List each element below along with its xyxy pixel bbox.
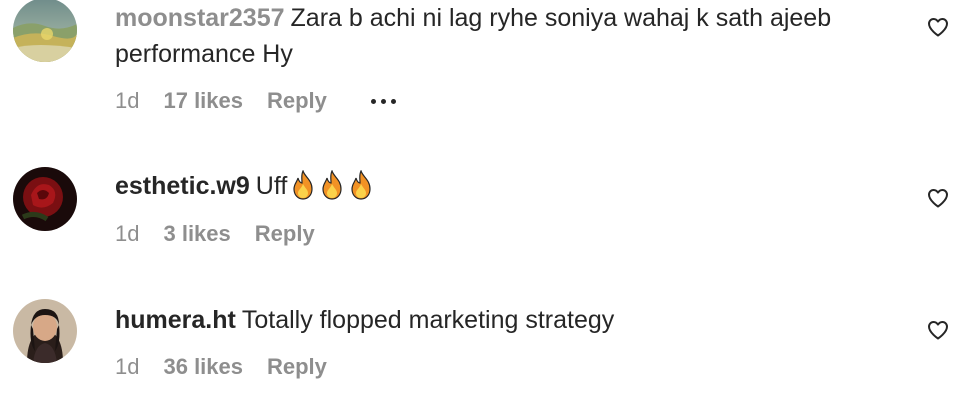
heart-outline-icon[interactable] [926, 318, 950, 342]
comment-meta: 1d 36 likes Reply [115, 352, 371, 382]
reply-button[interactable]: Reply [255, 219, 315, 249]
avatar[interactable] [13, 0, 77, 62]
comment-meta: 1d 17 likes Reply [115, 86, 396, 116]
landscape-avatar-image [13, 0, 77, 62]
comment-time[interactable]: 1d [115, 86, 139, 116]
fire-icon [293, 170, 313, 200]
comment-text: moonstar2357 Zara b achi ni lag ryhe soni… [115, 0, 895, 72]
comment-likes[interactable]: 3 likes [163, 219, 230, 249]
comment-time[interactable]: 1d [115, 219, 139, 249]
comment-text: humera.ht Totally flopped marketing strat… [115, 302, 895, 338]
comment-likes[interactable]: 36 likes [163, 352, 243, 382]
comment-likes[interactable]: 17 likes [163, 86, 243, 116]
comment-time[interactable]: 1d [115, 352, 139, 382]
avatar[interactable] [13, 167, 77, 231]
reply-button[interactable]: Reply [267, 352, 327, 382]
comment-username[interactable]: humera.ht [115, 306, 236, 334]
comment-username[interactable]: esthetic.w9 [115, 172, 250, 200]
reply-button[interactable]: Reply [267, 86, 327, 116]
heart-outline-icon[interactable] [926, 15, 950, 39]
comment-meta: 1d 3 likes Reply [115, 219, 359, 249]
comment-body: Uff [255, 172, 288, 200]
comment-body: Totally flopped marketing strategy [241, 306, 615, 334]
avatar[interactable] [13, 299, 77, 363]
heart-outline-icon[interactable] [926, 186, 950, 210]
comment-username[interactable]: moonstar2357 [115, 4, 285, 32]
fire-icon [351, 170, 371, 200]
ellipsis-icon[interactable] [370, 98, 396, 104]
comment-text: esthetic.w9 Uff [115, 168, 895, 204]
rose-avatar-image [13, 167, 77, 231]
fire-icon [322, 170, 342, 200]
fire-emoji-group [287, 170, 374, 200]
woman-portrait-avatar-image [13, 299, 77, 363]
